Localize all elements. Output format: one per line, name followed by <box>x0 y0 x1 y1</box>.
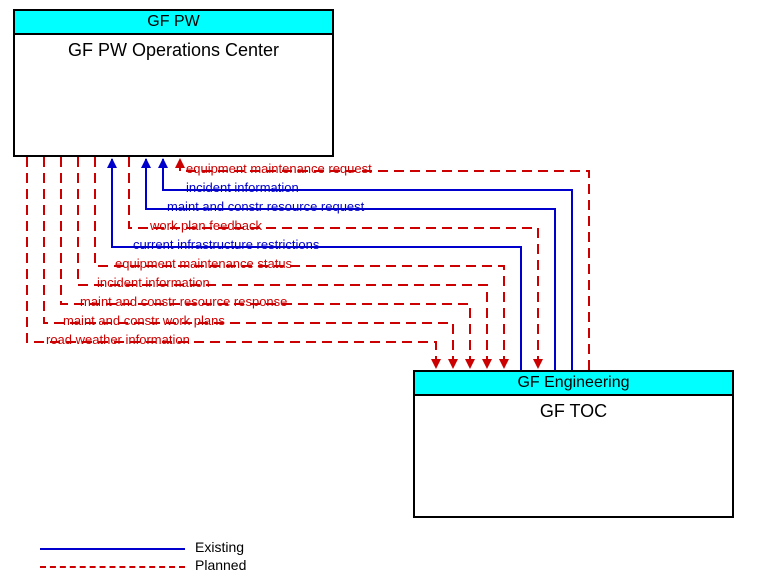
flow-label-maint-constr-work-plans: maint and constr work plans <box>63 313 225 328</box>
flow-label-equipment-maintenance-request: equipment maintenance request <box>186 161 372 176</box>
node-gf-pw: GF PW GF PW Operations Center <box>13 9 334 157</box>
flow-label-equipment-maintenance-status: equipment maintenance status <box>115 256 292 271</box>
flow-label-incident-information-in: incident information <box>186 180 299 195</box>
legend-existing-label: Existing <box>195 539 244 555</box>
legend-planned-label: Planned <box>195 557 246 573</box>
node-gf-engineering-header: GF Engineering <box>415 372 732 396</box>
flow-label-maint-constr-resource-response: maint and constr resource response <box>80 294 287 309</box>
flow-label-maint-constr-resource-request: maint and constr resource request <box>167 199 364 214</box>
node-gf-engineering: GF Engineering GF TOC <box>413 370 734 518</box>
flow-label-current-infrastructure-restrictions: current infrastructure restrictions <box>133 237 319 252</box>
node-gf-pw-header: GF PW <box>15 11 332 35</box>
legend-existing-line <box>40 548 185 550</box>
legend-planned-line <box>40 566 185 568</box>
flow-label-incident-information-out: incident information <box>97 275 210 290</box>
flow-label-road-weather-information: road weather information <box>46 332 190 347</box>
flow-label-work-plan-feedback: work plan feedback <box>150 218 262 233</box>
node-gf-pw-title: GF PW Operations Center <box>15 35 332 63</box>
node-gf-toc-title: GF TOC <box>415 396 732 424</box>
